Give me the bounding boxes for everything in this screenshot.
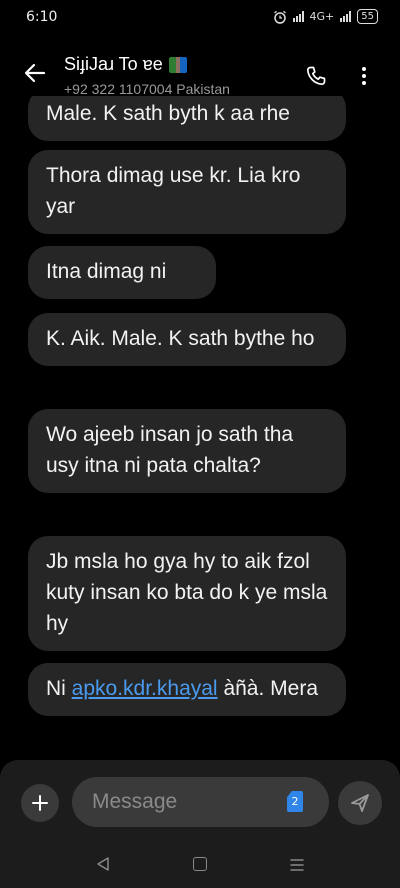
message-bubble[interactable]: Thora dimag use kr. Lia kro yar (28, 150, 346, 234)
message-bubble[interactable]: K. Aik. Male. K sath bythe ho (28, 313, 346, 366)
message-bubble[interactable]: Male. K sath byth k aa rhe (28, 96, 346, 141)
contact-name[interactable]: SiɟiJaɹ To ɐe (64, 54, 187, 75)
plus-icon (32, 795, 48, 811)
phone-icon[interactable] (304, 64, 328, 88)
nav-back-icon[interactable] (96, 856, 110, 872)
message-list[interactable]: Male. K sath byth k aa rhe Thora dimag u… (0, 96, 400, 760)
message-text-suffix: àñà. Mera (217, 677, 318, 700)
system-nav-bar (0, 842, 400, 888)
book-emoji-icon (168, 56, 187, 73)
message-text: Thora dimag use kr. Lia kro yar (46, 164, 301, 218)
more-vert-icon[interactable] (352, 64, 376, 88)
send-icon (351, 794, 369, 812)
status-bar: 6:10 4G+ 55 (0, 0, 400, 36)
message-input-placeholder: Message (92, 790, 178, 813)
status-time: 6:10 (26, 9, 58, 25)
message-bubble[interactable]: Ni apko.kdr.khayal àñà. Mera (28, 663, 346, 716)
message-text: Jb msla ho gya hy to aik fzol kuty insan… (46, 550, 328, 635)
nav-home-icon[interactable] (193, 857, 207, 871)
battery-icon: 55 (357, 9, 378, 24)
message-text: Itna dimag ni (46, 260, 167, 283)
message-text-prefix: Ni (46, 677, 72, 700)
signal-icon (292, 11, 304, 22)
message-text: Wo ajeeb insan jo sath tha usy itna ni p… (46, 423, 294, 477)
attach-button[interactable] (21, 784, 59, 822)
message-link[interactable]: apko.kdr.khayal (72, 677, 218, 700)
message-text: K. Aik. Male. K sath bythe ho (46, 327, 315, 350)
message-text: Male. K sath byth k aa rhe (46, 102, 290, 125)
signal-icon (340, 11, 352, 22)
message-bubble[interactable]: Jb msla ho gya hy to aik fzol kuty insan… (28, 536, 346, 651)
nav-recents-icon[interactable] (289, 857, 305, 873)
message-bubble[interactable]: Itna dimag ni (28, 246, 216, 299)
compose-bar: Message 2 (0, 760, 400, 842)
contact-name-text: SiɟiJaɹ To ɐe (64, 54, 163, 74)
send-button[interactable] (338, 781, 382, 825)
message-bubble[interactable]: Wo ajeeb insan jo sath tha usy itna ni p… (28, 409, 346, 493)
status-icons: 4G+ 55 (273, 9, 378, 24)
back-arrow-icon[interactable] (22, 60, 48, 86)
network-type-label: 4G+ (309, 10, 335, 23)
sim-card-icon[interactable]: 2 (287, 791, 303, 812)
alarm-icon (273, 10, 286, 24)
contact-number: +92 322 1107004 Pakistan (64, 81, 230, 97)
